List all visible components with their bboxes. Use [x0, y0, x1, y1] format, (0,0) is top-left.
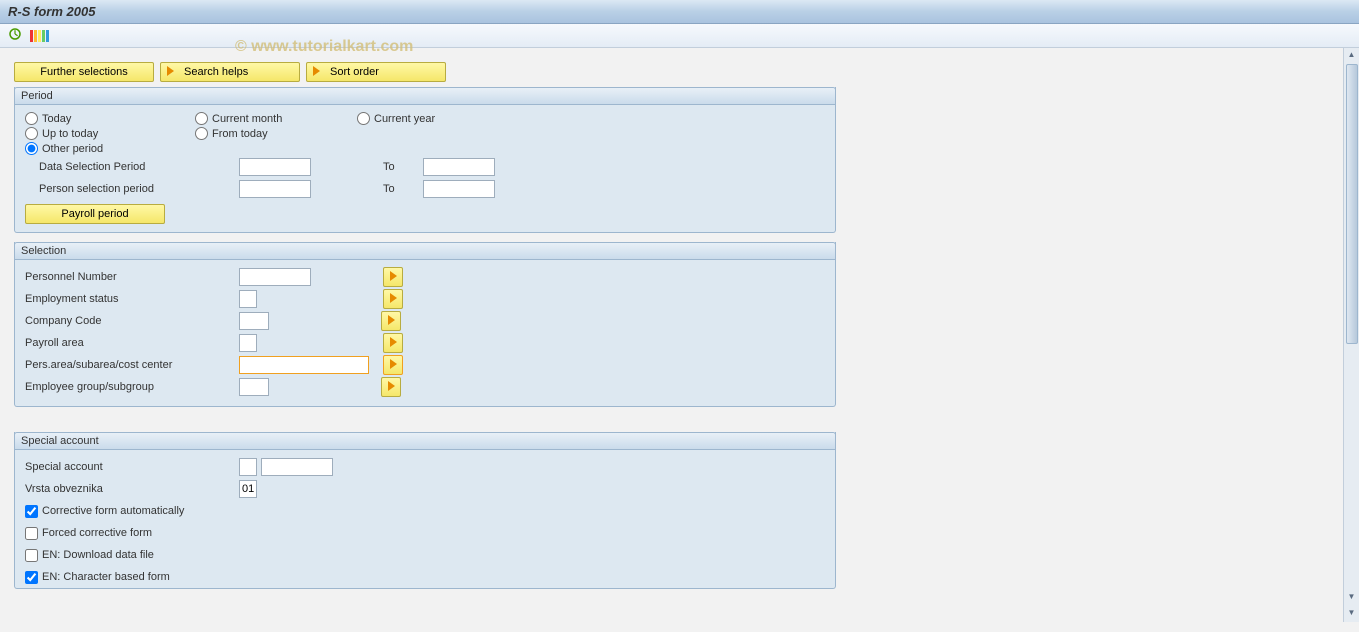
- input-person-selection-from[interactable]: [239, 180, 311, 198]
- label-today: Today: [42, 113, 71, 125]
- input-special-account-a[interactable]: [239, 458, 257, 476]
- application-toolbar: [0, 24, 1359, 48]
- page-title: R-S form 2005: [8, 4, 95, 19]
- checkbox-corrective-auto[interactable]: [25, 505, 38, 518]
- main-content: Further selections Search helps Sort ord…: [0, 48, 1359, 622]
- checkbox-en-download[interactable]: [25, 549, 38, 562]
- label-company-code: Company Code: [25, 315, 235, 327]
- group-special-title: Special account: [14, 432, 836, 450]
- label-pers-area: Pers.area/subarea/cost center: [25, 359, 235, 371]
- checkbox-forced-corrective[interactable]: [25, 527, 38, 540]
- multisel-employment-status[interactable]: [383, 289, 403, 309]
- multisel-personnel-number[interactable]: [383, 267, 403, 287]
- further-selections-button[interactable]: Further selections: [14, 62, 154, 82]
- scroll-end-icon[interactable]: ▼: [1345, 606, 1359, 618]
- vertical-scrollbar[interactable]: ▲ ▼ ▼: [1343, 48, 1359, 622]
- input-person-selection-to[interactable]: [423, 180, 495, 198]
- arrow-right-icon: [390, 359, 397, 372]
- label-from-today: From today: [212, 128, 268, 140]
- arrow-right-icon: [388, 315, 395, 328]
- label-en-char: EN: Character based form: [42, 571, 170, 583]
- scroll-down-icon[interactable]: ▼: [1345, 590, 1359, 602]
- arrow-right-icon: [390, 337, 397, 350]
- label-person-selection-period: Person selection period: [39, 183, 235, 195]
- radio-current-year[interactable]: [357, 112, 370, 125]
- radio-up-to-today[interactable]: [25, 127, 38, 140]
- arrow-right-icon: [313, 66, 320, 79]
- label-en-download: EN: Download data file: [42, 549, 154, 561]
- search-helps-label: Search helps: [184, 66, 248, 78]
- sort-order-button[interactable]: Sort order: [306, 62, 446, 82]
- label-vrsta: Vrsta obveznika: [25, 483, 235, 495]
- label-other-period: Other period: [42, 143, 103, 155]
- input-data-selection-from[interactable]: [239, 158, 311, 176]
- scroll-thumb[interactable]: [1346, 64, 1358, 344]
- payroll-period-button[interactable]: Payroll period: [25, 204, 165, 224]
- selection-toolbar: Further selections Search helps Sort ord…: [14, 62, 1351, 82]
- execute-icon[interactable]: [8, 27, 22, 44]
- title-bar: R-S form 2005: [0, 0, 1359, 24]
- input-employee-group[interactable]: [239, 378, 269, 396]
- label-data-selection-period: Data Selection Period: [39, 161, 235, 173]
- label-forced-corrective: Forced corrective form: [42, 527, 152, 539]
- input-employment-status[interactable]: [239, 290, 257, 308]
- sort-order-label: Sort order: [330, 66, 379, 78]
- radio-from-today[interactable]: [195, 127, 208, 140]
- label-corrective-auto: Corrective form automatically: [42, 505, 184, 517]
- group-period: Period Today Current month Current year …: [14, 87, 836, 233]
- label-employment-status: Employment status: [25, 293, 235, 305]
- label-up-to-today: Up to today: [42, 128, 98, 140]
- search-helps-button[interactable]: Search helps: [160, 62, 300, 82]
- multisel-company-code[interactable]: [381, 311, 401, 331]
- arrow-right-icon: [167, 66, 174, 79]
- input-company-code[interactable]: [239, 312, 269, 330]
- arrow-right-icon: [390, 293, 397, 306]
- label-current-year: Current year: [374, 113, 435, 125]
- label-current-month: Current month: [212, 113, 282, 125]
- input-special-account-b[interactable]: [261, 458, 333, 476]
- label-personnel-number: Personnel Number: [25, 271, 235, 283]
- multisel-employee-group[interactable]: [381, 377, 401, 397]
- input-pers-area[interactable]: [239, 356, 369, 374]
- scroll-up-icon[interactable]: ▲: [1345, 48, 1359, 60]
- group-period-title: Period: [14, 87, 836, 105]
- radio-other-period[interactable]: [25, 142, 38, 155]
- variant-icon[interactable]: [30, 30, 49, 42]
- label-employee-group: Employee group/subgroup: [25, 381, 235, 393]
- multisel-payroll-area[interactable]: [383, 333, 403, 353]
- arrow-right-icon: [388, 381, 395, 394]
- group-selection: Selection Personnel Number Employment st…: [14, 242, 836, 407]
- multisel-pers-area[interactable]: [383, 355, 403, 375]
- arrow-right-icon: [390, 271, 397, 284]
- input-payroll-area[interactable]: [239, 334, 257, 352]
- radio-current-month[interactable]: [195, 112, 208, 125]
- label-special-account: Special account: [25, 461, 235, 473]
- label-to-2: To: [383, 183, 419, 195]
- input-vrsta[interactable]: [239, 480, 257, 498]
- input-personnel-number[interactable]: [239, 268, 311, 286]
- checkbox-en-char[interactable]: [25, 571, 38, 584]
- input-data-selection-to[interactable]: [423, 158, 495, 176]
- label-payroll-area: Payroll area: [25, 337, 235, 349]
- radio-today[interactable]: [25, 112, 38, 125]
- group-special-account: Special account Special account Vrsta ob…: [14, 432, 836, 589]
- group-selection-title: Selection: [14, 242, 836, 260]
- label-to-1: To: [383, 161, 419, 173]
